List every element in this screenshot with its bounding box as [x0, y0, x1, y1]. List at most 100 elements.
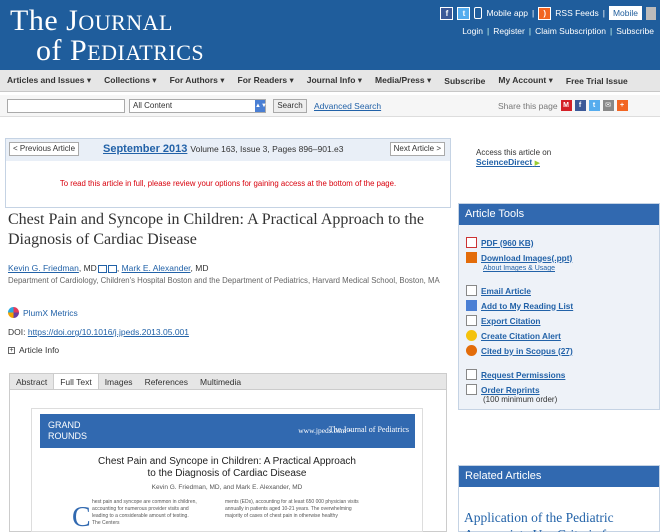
- issue-month-link[interactable]: September 2013: [103, 143, 187, 155]
- search-scope-select[interactable]: All Content ▲▼: [129, 99, 267, 113]
- scopus-icon: [466, 345, 477, 356]
- account-links: Login | Register | Claim Subscription | Sub…: [462, 26, 654, 36]
- more-share-icon[interactable]: +: [616, 100, 628, 111]
- mobile-app-link[interactable]: Mobile app: [486, 8, 528, 18]
- facebook-share-icon[interactable]: f: [574, 100, 586, 111]
- issue-info: September 2013 Volume 163, Issue 3, Pages…: [103, 143, 344, 155]
- related-articles-panel: Related Articles Application of the Pedi…: [458, 465, 660, 532]
- login-link[interactable]: Login: [462, 26, 483, 36]
- citation-alert-link[interactable]: Create Citation Alert: [466, 330, 561, 341]
- order-reprints-link[interactable]: Order Reprints: [466, 384, 540, 395]
- author-link[interactable]: Mark E. Alexander: [122, 263, 191, 273]
- journal-logo[interactable]: The JOURNAL of PEDIATRICS: [10, 6, 204, 66]
- reprints-note: (100 minimum order): [483, 395, 558, 404]
- article-tools-header: Article Tools: [459, 204, 659, 225]
- preview-column-2: ments (EDs), accounting for at least 650…: [225, 499, 359, 519]
- tab-references[interactable]: References: [139, 374, 194, 389]
- preview-dropcap: C: [72, 502, 91, 532]
- envelope-icon: [466, 285, 477, 296]
- grand-rounds-banner: GRAND ROUNDS www.jpeds.com • The Journal …: [40, 414, 415, 448]
- mobile-toggle-indicator[interactable]: [646, 6, 656, 20]
- header-utilities: f t Mobile app | ) RSS Feeds | Mobile: [440, 6, 656, 20]
- preview-authors: Kevin G. Friedman, MD, and Mark E. Alexa…: [151, 484, 303, 491]
- nav-for-readers[interactable]: For Readers ▾: [238, 75, 294, 86]
- next-article-button[interactable]: Next Article >: [389, 142, 445, 156]
- tab-full-text[interactable]: Full Text: [53, 374, 99, 389]
- nav-journal-info[interactable]: Journal Info ▾: [307, 75, 362, 86]
- plumx-metrics-link[interactable]: PlumX Metrics: [8, 307, 78, 318]
- chevron-down-icon: ▲▼: [255, 100, 267, 112]
- first-page-preview: GRAND ROUNDS www.jpeds.com • The Journal …: [9, 390, 447, 532]
- article-title: Chest Pain and Syncope in Children: A Pr…: [8, 211, 424, 248]
- search-button[interactable]: Search: [273, 99, 307, 113]
- author-link[interactable]: Kevin G. Friedman: [8, 263, 79, 273]
- preview-page-image[interactable]: GRAND ROUNDS www.jpeds.com • The Journal …: [31, 408, 423, 532]
- powerpoint-icon: [466, 252, 477, 263]
- nav-my-account[interactable]: My Account ▾: [498, 75, 552, 86]
- nav-subscribe[interactable]: Subscribe: [444, 76, 485, 86]
- rss-feeds-link[interactable]: RSS Feeds: [555, 8, 598, 18]
- about-images-link[interactable]: About Images & Usage: [483, 265, 555, 272]
- article-tools-panel: Article Tools PDF (960 KB) Download Imag…: [458, 203, 660, 410]
- tab-multimedia[interactable]: Multimedia: [194, 374, 247, 389]
- related-article-link[interactable]: Application of the Pediatric Appropriate…: [464, 509, 654, 532]
- permissions-icon: [466, 369, 477, 380]
- previous-article-button[interactable]: < Previous Article: [9, 142, 80, 156]
- affiliation: Department of Cardiology, Children's Hos…: [8, 276, 440, 285]
- expand-icon: +: [8, 346, 15, 354]
- sciencedirect-access: Access this article on ScienceDirect ▶: [476, 148, 626, 167]
- doi: DOI: https://doi.org/10.1016/j.jpeds.201…: [8, 327, 189, 337]
- tab-abstract[interactable]: Abstract: [10, 374, 53, 389]
- sciencedirect-link[interactable]: ScienceDirect ▶: [476, 157, 626, 167]
- correspondence-icon[interactable]: [97, 264, 107, 273]
- nav-for-authors[interactable]: For Authors ▾: [170, 75, 225, 86]
- download-images-link[interactable]: Download Images(.ppt): [466, 252, 572, 263]
- twitter-icon[interactable]: t: [457, 6, 471, 20]
- bookmark-icon: [466, 300, 477, 311]
- mobile-toggle-button[interactable]: Mobile: [608, 6, 642, 20]
- email-icon[interactable]: [107, 264, 117, 273]
- add-reading-list-link[interactable]: Add to My Reading List: [466, 300, 573, 311]
- chevron-right-icon: ▶: [534, 160, 540, 167]
- reprints-icon: [466, 384, 477, 395]
- email-article-link[interactable]: Email Article: [466, 285, 531, 296]
- doi-link[interactable]: https://doi.org/10.1016/j.jpeds.2013.05.…: [28, 327, 189, 337]
- register-link[interactable]: Register: [493, 26, 525, 36]
- claim-subscription-link[interactable]: Claim Subscription: [535, 26, 606, 36]
- request-permissions-link[interactable]: Request Permissions: [466, 369, 565, 380]
- nav-articles-and-issues[interactable]: Articles and Issues ▾: [7, 75, 91, 86]
- search-input[interactable]: [7, 99, 125, 113]
- mendeley-icon[interactable]: M: [560, 100, 572, 111]
- alert-icon: [466, 330, 477, 341]
- author-list: Kevin G. Friedman, MD, Mark E. Alexander…: [8, 263, 209, 273]
- plumx-icon: [8, 307, 19, 318]
- twitter-share-icon[interactable]: t: [588, 100, 600, 111]
- nav-media-press[interactable]: Media/Press ▾: [375, 75, 431, 86]
- nav-collections[interactable]: Collections ▾: [104, 75, 156, 86]
- article-navigation: < Previous Article September 2013 Volume …: [5, 138, 451, 208]
- pdf-link[interactable]: PDF (960 KB): [466, 237, 534, 248]
- phone-icon: [474, 7, 483, 19]
- nav-free-trial-issue[interactable]: Free Trial Issue: [566, 76, 628, 86]
- document-icon: [466, 315, 477, 326]
- advanced-search-link[interactable]: Advanced Search: [314, 101, 381, 111]
- share-bar: Share this page M f t ✉ +: [498, 100, 628, 111]
- access-message: To read this article in full, please rev…: [59, 179, 397, 188]
- search-bar: All Content ▲▼ Search Advanced Search Sh…: [0, 95, 660, 117]
- article-info-toggle[interactable]: + Article Info: [8, 345, 59, 355]
- pdf-icon: [466, 237, 477, 248]
- share-label: Share this page: [498, 100, 558, 111]
- email-share-icon[interactable]: ✉: [602, 100, 614, 111]
- main-nav: Articles and Issues ▾ Collections ▾ For …: [0, 70, 660, 92]
- related-articles-header: Related Articles: [459, 466, 659, 487]
- rss-icon[interactable]: ): [538, 6, 552, 20]
- site-header: The JOURNAL of PEDIATRICS f t Mobile app…: [0, 0, 660, 70]
- content-tabs: Abstract Full Text Images References Mul…: [9, 373, 447, 390]
- export-citation-link[interactable]: Export Citation: [466, 315, 540, 326]
- scopus-citations-link[interactable]: Cited by in Scopus (27): [466, 345, 573, 356]
- preview-title: Chest Pain and Syncope in Children: A Pr…: [98, 456, 356, 479]
- tab-images[interactable]: Images: [99, 374, 139, 389]
- subscribe-link[interactable]: Subscribe: [616, 26, 654, 36]
- preview-column-1: hest pain and syncope are common in chil…: [92, 499, 197, 526]
- facebook-icon[interactable]: f: [440, 6, 454, 20]
